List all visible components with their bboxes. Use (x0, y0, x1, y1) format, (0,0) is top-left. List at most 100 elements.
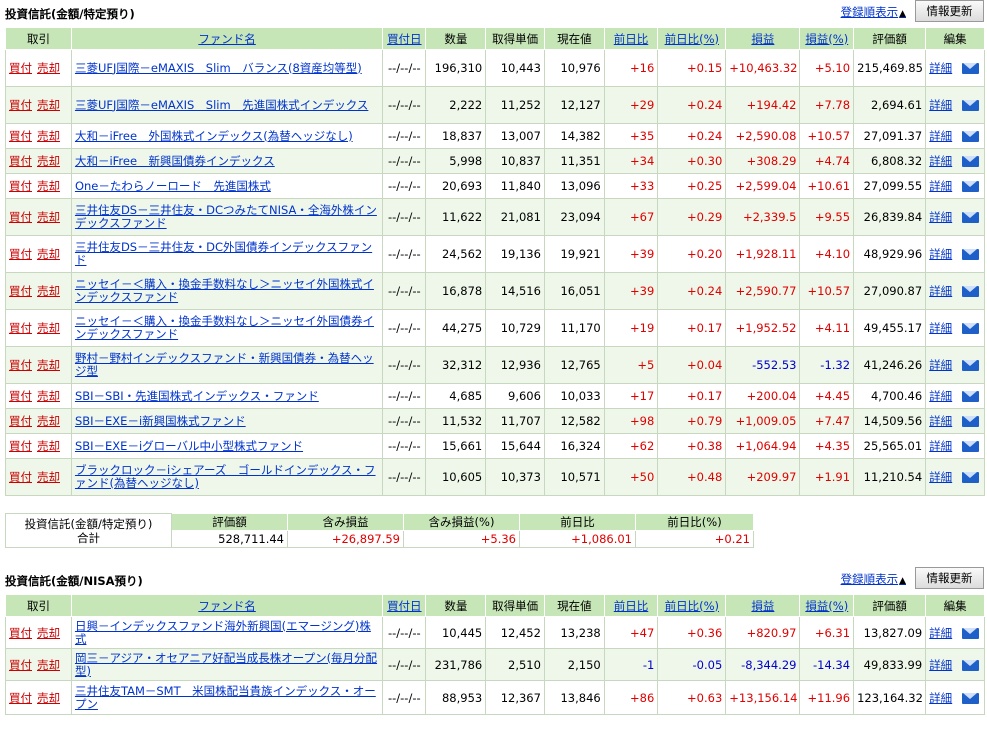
col-pl-pct[interactable]: 損益(%) (799, 594, 855, 617)
buy-link[interactable]: 買付 (9, 439, 32, 453)
buy-link[interactable]: 買付 (9, 98, 32, 112)
detail-link[interactable]: 詳細 (929, 154, 952, 168)
sell-link[interactable]: 売却 (37, 61, 60, 75)
mail-icon[interactable] (962, 181, 980, 192)
fund-name-link[interactable]: SBI－EXE－i新興国株式ファンド (75, 414, 246, 428)
sell-link[interactable]: 売却 (37, 284, 60, 298)
sell-link[interactable]: 売却 (37, 321, 60, 335)
mail-icon[interactable] (962, 391, 980, 402)
fund-name-link[interactable]: 大和－iFree 新興国債券インデックス (75, 154, 275, 168)
fund-name-link[interactable]: 三菱UFJ国際－eMAXIS Slim バランス(8資産均等型) (75, 61, 362, 75)
mail-icon[interactable] (962, 441, 980, 452)
sell-link[interactable]: 売却 (37, 179, 60, 193)
fund-name-link[interactable]: 三井住友TAM－SMT 米国株配当貴族インデックス・オープン (75, 684, 376, 711)
col-change[interactable]: 前日比 (603, 27, 659, 50)
col-fund-name[interactable]: ファンド名 (70, 27, 384, 50)
detail-link[interactable]: 詳細 (929, 179, 952, 193)
buy-link[interactable]: 買付 (9, 658, 32, 672)
buy-link[interactable]: 買付 (9, 626, 32, 640)
mail-icon[interactable] (962, 323, 980, 334)
fund-name-link[interactable]: 三井住友DS－三井住友・DCつみたてNISA・全海外株インデックスファンド (75, 203, 377, 230)
sell-link[interactable]: 売却 (37, 389, 60, 403)
sell-link[interactable]: 売却 (37, 439, 60, 453)
fund-name-link[interactable]: ニッセイ－＜購入・換金手数料なし＞ニッセイ外国株式インデックスファンド (75, 277, 374, 304)
detail-link[interactable]: 詳細 (929, 439, 952, 453)
fund-name-link[interactable]: 岡三－アジア・オセアニア好配当成長株オープン(毎月分配型) (75, 651, 377, 678)
buy-link[interactable]: 買付 (9, 210, 32, 224)
sell-link[interactable]: 売却 (37, 210, 60, 224)
refresh-button[interactable]: 情報更新 (915, 567, 984, 589)
buy-link[interactable]: 買付 (9, 321, 32, 335)
detail-link[interactable]: 詳細 (929, 414, 952, 428)
fund-name-link[interactable]: 日興－インデックスファンド海外新興国(エマージング)株式 (75, 619, 371, 646)
detail-link[interactable]: 詳細 (929, 470, 952, 484)
mail-icon[interactable] (962, 360, 980, 371)
fund-name-link[interactable]: 大和－iFree 外国株式インデックス(為替ヘッジなし) (75, 129, 353, 143)
mail-icon[interactable] (962, 100, 980, 111)
buy-link[interactable]: 買付 (9, 247, 32, 261)
mail-icon[interactable] (962, 692, 980, 704)
detail-link[interactable]: 詳細 (929, 358, 952, 372)
buy-link[interactable]: 買付 (9, 61, 32, 75)
col-fund-name[interactable]: ファンド名 (70, 594, 384, 617)
sell-link[interactable]: 売却 (37, 470, 60, 484)
detail-link[interactable]: 詳細 (929, 284, 952, 298)
col-pl[interactable]: 損益 (725, 594, 801, 617)
detail-link[interactable]: 詳細 (929, 247, 952, 261)
detail-link[interactable]: 詳細 (929, 210, 952, 224)
detail-link[interactable]: 詳細 (929, 626, 952, 640)
buy-link[interactable]: 買付 (9, 284, 32, 298)
detail-link[interactable]: 詳細 (929, 61, 952, 75)
sell-link[interactable]: 売却 (37, 414, 60, 428)
detail-link[interactable]: 詳細 (929, 691, 952, 705)
buy-link[interactable]: 買付 (9, 691, 32, 705)
detail-link[interactable]: 詳細 (929, 98, 952, 112)
mail-icon[interactable] (962, 416, 980, 427)
mail-icon[interactable] (962, 286, 980, 297)
fund-name-link[interactable]: 三井住友DS－三井住友・DC外国債券インデックスファンド (75, 240, 372, 267)
fund-name-link[interactable]: ニッセイ－＜購入・換金手数料なし＞ニッセイ外国債券インデックスファンド (75, 314, 374, 341)
detail-link[interactable]: 詳細 (929, 389, 952, 403)
mail-icon[interactable] (962, 249, 980, 260)
registration-order-link[interactable]: 登録順表示▲ (841, 4, 906, 20)
mail-icon[interactable] (962, 156, 980, 167)
sell-link[interactable]: 売却 (37, 626, 60, 640)
sell-link[interactable]: 売却 (37, 691, 60, 705)
buy-link[interactable]: 買付 (9, 129, 32, 143)
buy-link[interactable]: 買付 (9, 414, 32, 428)
buy-link[interactable]: 買付 (9, 179, 32, 193)
buy-link[interactable]: 買付 (9, 389, 32, 403)
mail-icon[interactable] (962, 212, 980, 223)
col-pl[interactable]: 損益 (725, 27, 801, 50)
fund-name-link[interactable]: SBI－SBI・先進国株式インデックス・ファンド (75, 389, 319, 403)
detail-link[interactable]: 詳細 (929, 658, 952, 672)
refresh-button[interactable]: 情報更新 (915, 0, 984, 22)
fund-name-link[interactable]: 三菱UFJ国際－eMAXIS Slim 先進国株式インデックス (75, 98, 368, 112)
col-buy-date[interactable]: 買付日 (382, 27, 427, 50)
col-change-pct[interactable]: 前日比(%) (657, 594, 727, 617)
sell-link[interactable]: 売却 (37, 98, 60, 112)
buy-link[interactable]: 買付 (9, 470, 32, 484)
sell-link[interactable]: 売却 (37, 247, 60, 261)
mail-icon[interactable] (962, 63, 980, 74)
sell-link[interactable]: 売却 (37, 658, 60, 672)
detail-link[interactable]: 詳細 (929, 129, 952, 143)
detail-link[interactable]: 詳細 (929, 321, 952, 335)
fund-name-link[interactable]: ブラックロック－iシェアーズ ゴールドインデックス・ファンド(為替ヘッジなし) (75, 463, 376, 490)
fund-name-link[interactable]: SBI－EXE－iグローバル中小型株式ファンド (75, 439, 303, 453)
mail-icon[interactable] (962, 472, 980, 483)
col-pl-pct[interactable]: 損益(%) (799, 27, 855, 50)
sell-link[interactable]: 売却 (37, 358, 60, 372)
mail-icon[interactable] (962, 627, 980, 639)
buy-link[interactable]: 買付 (9, 154, 32, 168)
mail-icon[interactable] (962, 659, 980, 671)
mail-icon[interactable] (962, 131, 980, 142)
col-change-pct[interactable]: 前日比(%) (657, 27, 727, 50)
fund-name-link[interactable]: 野村－野村インデックスファンド・新興国債券・為替ヘッジ型 (75, 351, 374, 378)
col-change[interactable]: 前日比 (603, 594, 659, 617)
registration-order-link[interactable]: 登録順表示▲ (841, 571, 906, 587)
buy-link[interactable]: 買付 (9, 358, 32, 372)
col-buy-date[interactable]: 買付日 (382, 594, 427, 617)
fund-name-link[interactable]: One－たわらノーロード 先進国株式 (75, 179, 271, 193)
sell-link[interactable]: 売却 (37, 154, 60, 168)
